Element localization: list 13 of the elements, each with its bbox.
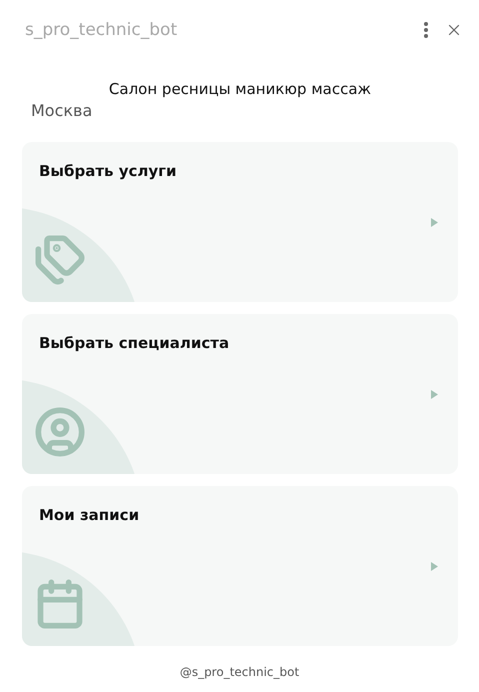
more-icon — [423, 21, 429, 39]
bot-handle: @s_pro_technic_bot — [180, 665, 300, 679]
tags-icon — [34, 234, 86, 286]
salon-title: Салон ресницы маникюр массаж — [108, 80, 372, 98]
play-arrow-icon — [431, 218, 438, 227]
play-arrow-icon — [431, 562, 438, 571]
menu-card[interactable]: Выбрать специалиста — [22, 314, 458, 474]
menu-card[interactable]: Мои записи — [22, 486, 458, 646]
city-label: Москва — [30, 101, 94, 120]
window-title: s_pro_technic_bot — [25, 20, 178, 40]
menu-card[interactable]: Выбрать услуги — [22, 142, 458, 302]
play-arrow-icon — [431, 390, 438, 399]
user-circle-icon — [34, 406, 86, 458]
